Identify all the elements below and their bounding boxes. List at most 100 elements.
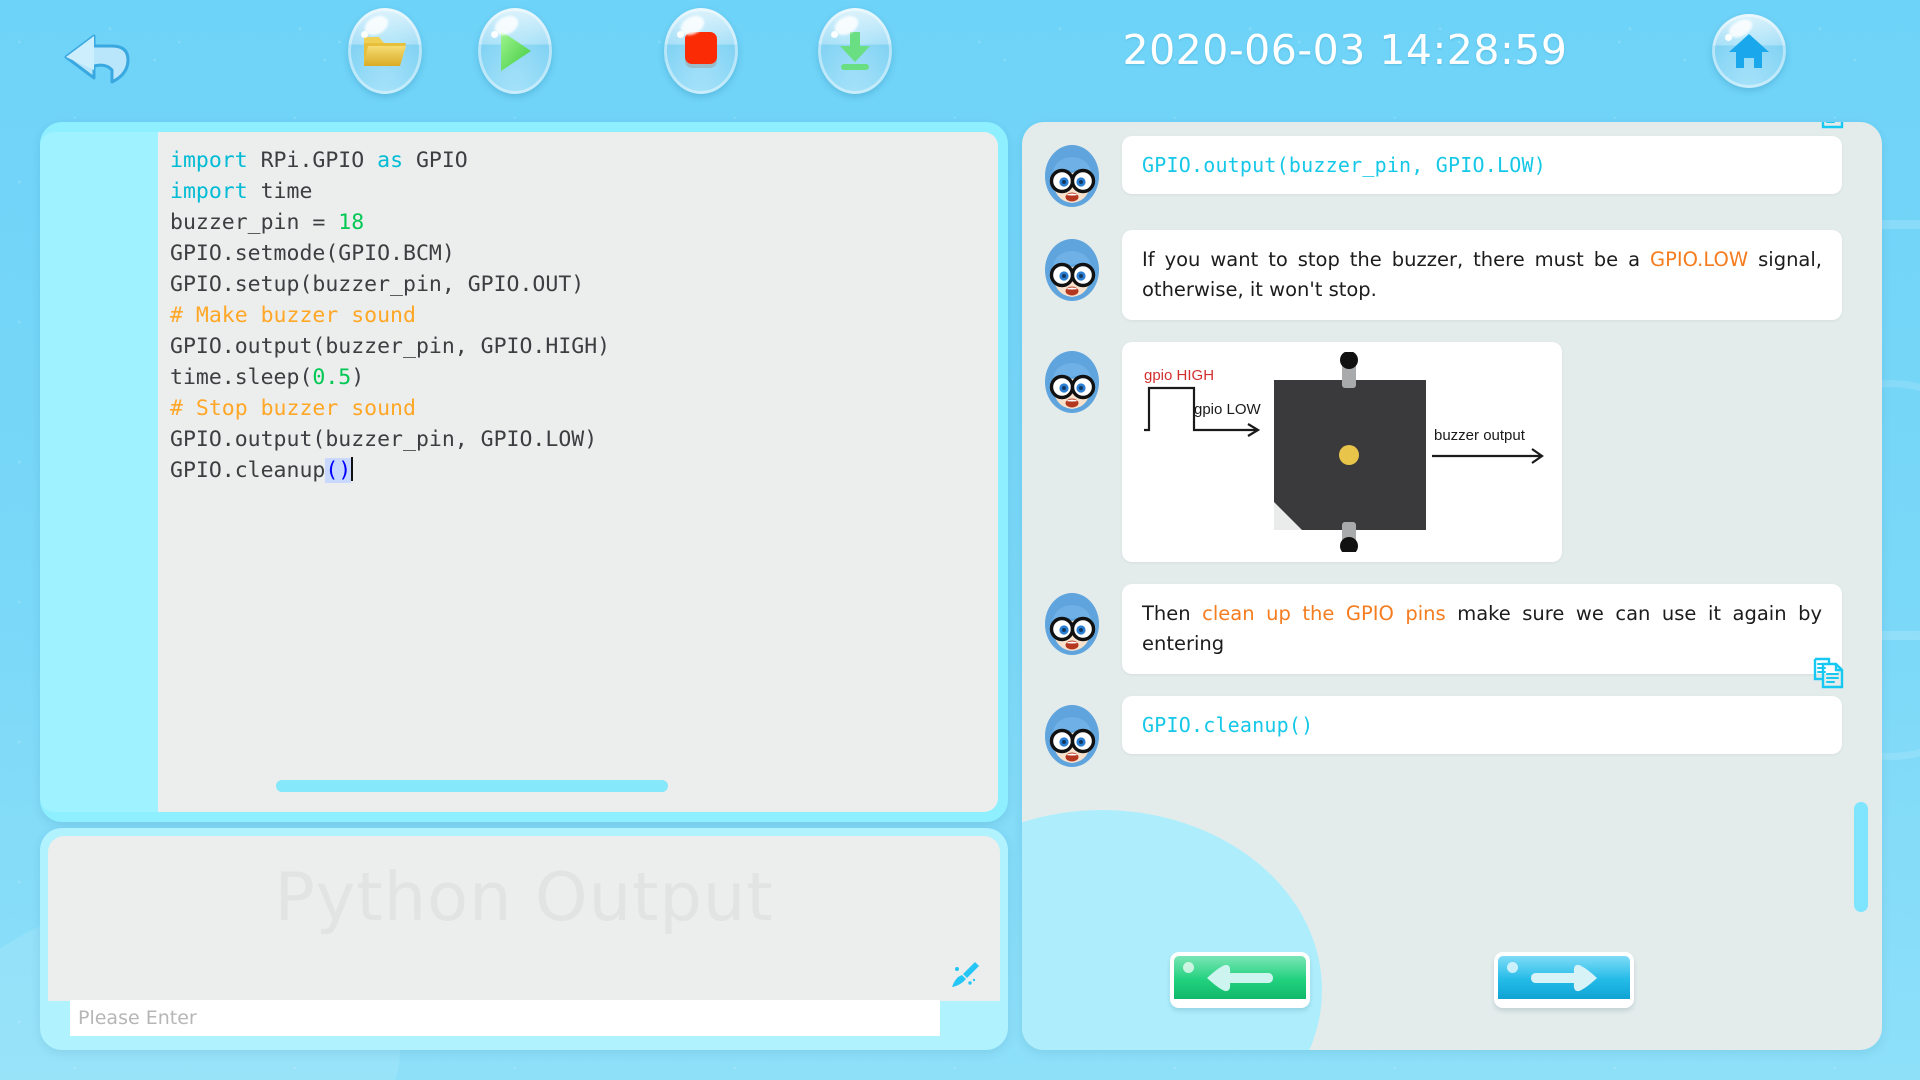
editor-horizontal-scrollbar[interactable] xyxy=(276,780,998,792)
code-token: import xyxy=(170,179,248,204)
code-token: GPIO.setmode(GPIO.BCM) xyxy=(170,241,455,266)
copy-icon[interactable] xyxy=(1812,656,1846,690)
code-token: # Stop buzzer sound xyxy=(170,396,416,421)
code-text[interactable]: import RPi.GPIO as GPIO import time buzzer… xyxy=(158,132,998,486)
code-token: time.sleep( xyxy=(170,365,313,390)
student-avatar xyxy=(1045,705,1099,767)
code-snippet-bubble: GPIO.cleanup() xyxy=(1122,657,1844,754)
output-input-field[interactable] xyxy=(70,1000,940,1036)
arrow-left-icon xyxy=(1207,964,1273,991)
button-highlight xyxy=(1507,962,1518,973)
code-editor-surface[interactable]: import RPi.GPIO as GPIO import time buzzer… xyxy=(158,132,998,812)
avatar xyxy=(1040,238,1104,302)
save-button[interactable] xyxy=(818,8,892,94)
back-arrow-icon xyxy=(64,34,130,84)
text-caret xyxy=(351,457,354,481)
python-output-area: Python Output xyxy=(48,836,1000,1001)
broom-icon[interactable] xyxy=(948,957,984,993)
code-token: ) xyxy=(351,365,365,390)
code-token: as xyxy=(377,148,404,173)
code-line[interactable]: import RPi.GPIO as GPIO xyxy=(170,145,998,176)
code-line[interactable]: time.sleep(0.5) xyxy=(170,362,998,393)
button-highlight xyxy=(490,31,498,39)
code-token: GPIO xyxy=(403,148,468,173)
button-highlight xyxy=(676,31,684,39)
code-line[interactable]: # Make buzzer sound xyxy=(170,300,998,331)
code-token: import xyxy=(170,148,248,173)
code-token: RPi.GPIO xyxy=(247,148,378,173)
code-line[interactable]: GPIO.setup(buzzer_pin, GPIO.OUT) xyxy=(170,269,998,300)
lesson-scrollbar-thumb[interactable] xyxy=(1854,802,1868,912)
student-avatar xyxy=(1045,145,1099,207)
button-highlight xyxy=(830,31,838,39)
code-token: # Make buzzer sound xyxy=(170,303,416,328)
code-line[interactable]: GPIO.cleanup() xyxy=(170,455,998,486)
student-avatar xyxy=(1045,593,1099,655)
button-highlight xyxy=(360,31,368,39)
explanation-bubble: If you want to stop the buzzer, there mu… xyxy=(1122,230,1842,320)
code-token: 0.5 xyxy=(312,365,352,390)
run-button[interactable] xyxy=(478,8,552,94)
code-line[interactable]: GPIO.output(buzzer_pin, GPIO.HIGH) xyxy=(170,331,998,362)
lesson-message: GPIO.output(buzzer_pin, GPIO.LOW) xyxy=(1040,122,1844,208)
code-token: 18 xyxy=(338,210,365,235)
avatar xyxy=(1040,144,1104,208)
button-highlight xyxy=(1183,962,1194,973)
next-step-button[interactable] xyxy=(1494,952,1634,1008)
lesson-message: gpio HIGH gpio LOW buzzer output xyxy=(1040,342,1842,562)
back-button[interactable] xyxy=(60,18,140,98)
code-token: GPIO.output(buzzer_pin, GPIO.LOW) xyxy=(170,427,598,452)
editor-scrollbar-thumb[interactable] xyxy=(276,780,668,792)
code-token: GPIO.cleanup xyxy=(170,458,326,483)
avatar xyxy=(1040,592,1104,656)
highlighted-term: GPIO.LOW xyxy=(1649,248,1749,271)
lesson-panel: GPIO.output(buzzer_pin, GPIO.LOW) If you… xyxy=(1022,122,1882,1050)
folder-open-icon xyxy=(364,37,406,66)
lesson-scrollbar[interactable] xyxy=(1854,242,1868,912)
diagram-bubble: gpio HIGH gpio LOW buzzer output xyxy=(1122,342,1562,562)
home-button[interactable] xyxy=(1712,14,1786,88)
label-gpio-high: gpio HIGH xyxy=(1144,367,1214,384)
open-button[interactable] xyxy=(348,8,422,94)
previous-step-button[interactable] xyxy=(1170,952,1310,1008)
button-highlight xyxy=(1724,33,1732,41)
body-text: Then xyxy=(1142,602,1203,625)
code-line[interactable]: GPIO.output(buzzer_pin, GPIO.LOW) xyxy=(170,424,998,455)
clock-display: 2020-06-03 14:28:59 xyxy=(1122,26,1568,74)
stop-button[interactable] xyxy=(664,8,738,94)
code-token: buzzer_pin = xyxy=(170,210,339,235)
label-buzzer-output: buzzer output xyxy=(1434,427,1526,444)
code-line[interactable]: GPIO.setmode(GPIO.BCM) xyxy=(170,238,998,269)
label-gpio-low: gpio LOW xyxy=(1194,401,1262,418)
line-number-gutter: 1234567891011 xyxy=(40,132,1104,812)
lesson-message: If you want to stop the buzzer, there mu… xyxy=(1040,230,1842,320)
body-text: If you want to stop the buzzer, there mu… xyxy=(1142,248,1650,271)
lesson-message-list[interactable]: GPIO.output(buzzer_pin, GPIO.LOW) If you… xyxy=(1022,122,1882,912)
buzzer-signal-diagram: gpio HIGH gpio LOW buzzer output xyxy=(1132,351,1552,555)
lesson-message: Then clean up the GPIO pins make sure we… xyxy=(1040,584,1842,674)
code-line[interactable]: buzzer_pin = 18 xyxy=(170,207,998,238)
stop-square-icon xyxy=(685,32,717,68)
lesson-message: GPIO.cleanup() xyxy=(1040,657,1844,768)
buzzer-diagram-svg: gpio HIGH gpio LOW buzzer output xyxy=(1144,351,1544,555)
code-token: time xyxy=(247,179,313,204)
code-token: GPIO.setup(buzzer_pin, GPIO.OUT) xyxy=(170,272,585,297)
python-output-card: Python Output xyxy=(40,828,1008,1050)
highlighted-term: clean up the GPIO pins xyxy=(1202,602,1446,625)
python-output-watermark: Python Output xyxy=(274,858,774,936)
copy-icon[interactable] xyxy=(1812,122,1846,130)
code-editor-card: 1234567891011 import RPi.GPIO as GPIOimp… xyxy=(40,122,1104,822)
home-icon xyxy=(1729,34,1769,68)
code-snippet-bubble: GPIO.output(buzzer_pin, GPIO.LOW) xyxy=(1122,122,1844,194)
explanation-bubble: Then clean up the GPIO pins make sure we… xyxy=(1122,584,1842,674)
arrow-right-icon xyxy=(1531,964,1597,991)
student-avatar xyxy=(1045,239,1099,301)
avatar xyxy=(1040,350,1104,414)
play-icon xyxy=(501,31,531,71)
avatar xyxy=(1040,704,1104,768)
code-token: () xyxy=(325,458,352,483)
toolbar: 2020-06-03 14:28:59 xyxy=(0,0,1920,116)
code-line[interactable]: # Stop buzzer sound xyxy=(170,393,998,424)
code-line[interactable]: import time xyxy=(170,176,998,207)
student-avatar xyxy=(1045,351,1099,413)
